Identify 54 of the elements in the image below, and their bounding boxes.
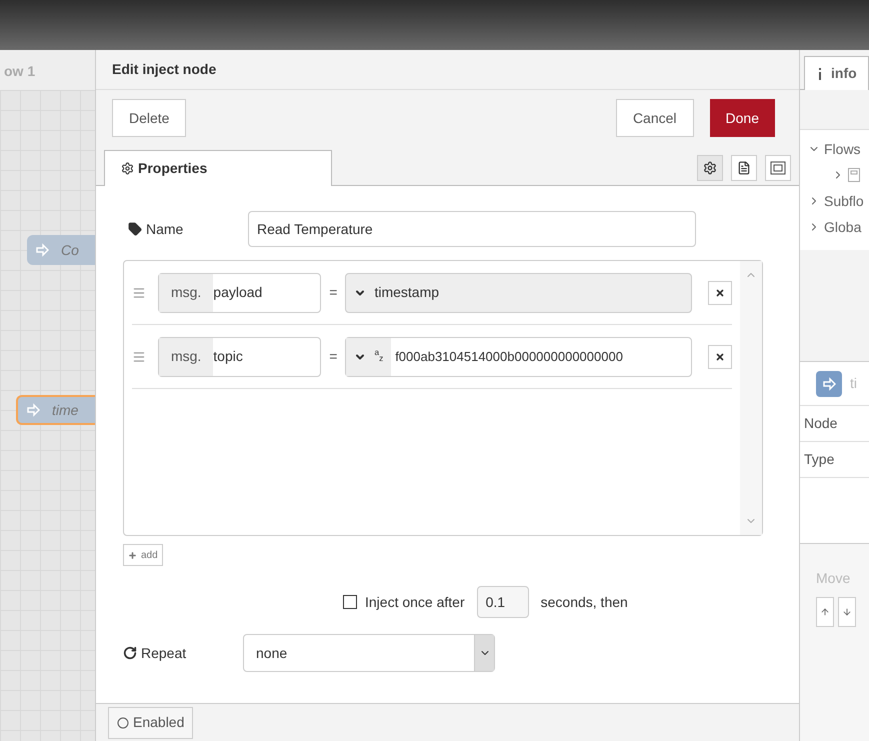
repeat-select[interactable]: none [243, 634, 495, 672]
dialog-title: Edit inject node [112, 60, 216, 79]
move-up-button[interactable] [816, 597, 834, 627]
frame-button[interactable] [765, 155, 791, 181]
drag-handle-icon[interactable] [132, 350, 146, 364]
arrow-icon [35, 243, 49, 257]
gear-icon [121, 162, 134, 175]
info-tab[interactable]: info [804, 56, 869, 90]
inject-once-label: Inject once after [365, 592, 465, 612]
close-icon [715, 288, 726, 298]
name-input[interactable]: Read Temperature [248, 211, 696, 247]
delay-input[interactable]: 0.1 [476, 586, 529, 618]
circle-icon [117, 716, 129, 728]
gear-icon [703, 161, 717, 175]
delete-button[interactable]: Delete [112, 99, 186, 137]
document-button[interactable] [731, 155, 757, 181]
plus-icon [128, 550, 137, 560]
seconds-label: seconds, then [540, 592, 628, 612]
flow-icon [848, 168, 860, 182]
inject-checkbox[interactable] [343, 595, 357, 609]
tree-item[interactable]: Globa [800, 216, 869, 238]
repeat-label: Repeat [141, 644, 186, 663]
node-name: ti [850, 374, 857, 393]
tag-icon [128, 222, 142, 236]
remove-button[interactable] [708, 280, 732, 304]
tree-item[interactable]: Subflo [800, 190, 869, 212]
enabled-button[interactable]: Enabled [108, 706, 194, 738]
property-field[interactable]: msg. payload [158, 272, 322, 312]
settings-button[interactable] [697, 155, 723, 181]
arrow-down-icon [842, 607, 852, 617]
done-button[interactable]: Done [710, 99, 775, 137]
info-row: Type [800, 442, 869, 478]
move-label: Move [816, 569, 852, 588]
remove-button[interactable] [708, 344, 732, 368]
arrow-icon [822, 376, 836, 390]
close-icon [715, 352, 726, 362]
cancel-button[interactable]: Cancel [616, 99, 694, 137]
arrow-icon [26, 403, 40, 417]
drag-handle-icon[interactable] [132, 286, 146, 300]
equals-sign: = [329, 283, 338, 302]
tree-item[interactable]: Flows [800, 138, 869, 160]
repeat-icon [123, 646, 137, 660]
add-button[interactable]: add [123, 544, 163, 566]
properties-tab[interactable]: Properties [104, 150, 332, 186]
frame-icon [770, 161, 786, 175]
info-icon [817, 68, 823, 80]
equals-sign: = [329, 347, 338, 366]
value-type-select[interactable]: timestamp [345, 272, 692, 312]
move-down-button[interactable] [838, 597, 856, 627]
arrow-up-icon [820, 607, 830, 617]
info-row: Node [800, 406, 869, 442]
name-label: Name [146, 220, 184, 238]
property-field[interactable]: msg. topic [158, 336, 322, 376]
document-icon [737, 161, 751, 175]
